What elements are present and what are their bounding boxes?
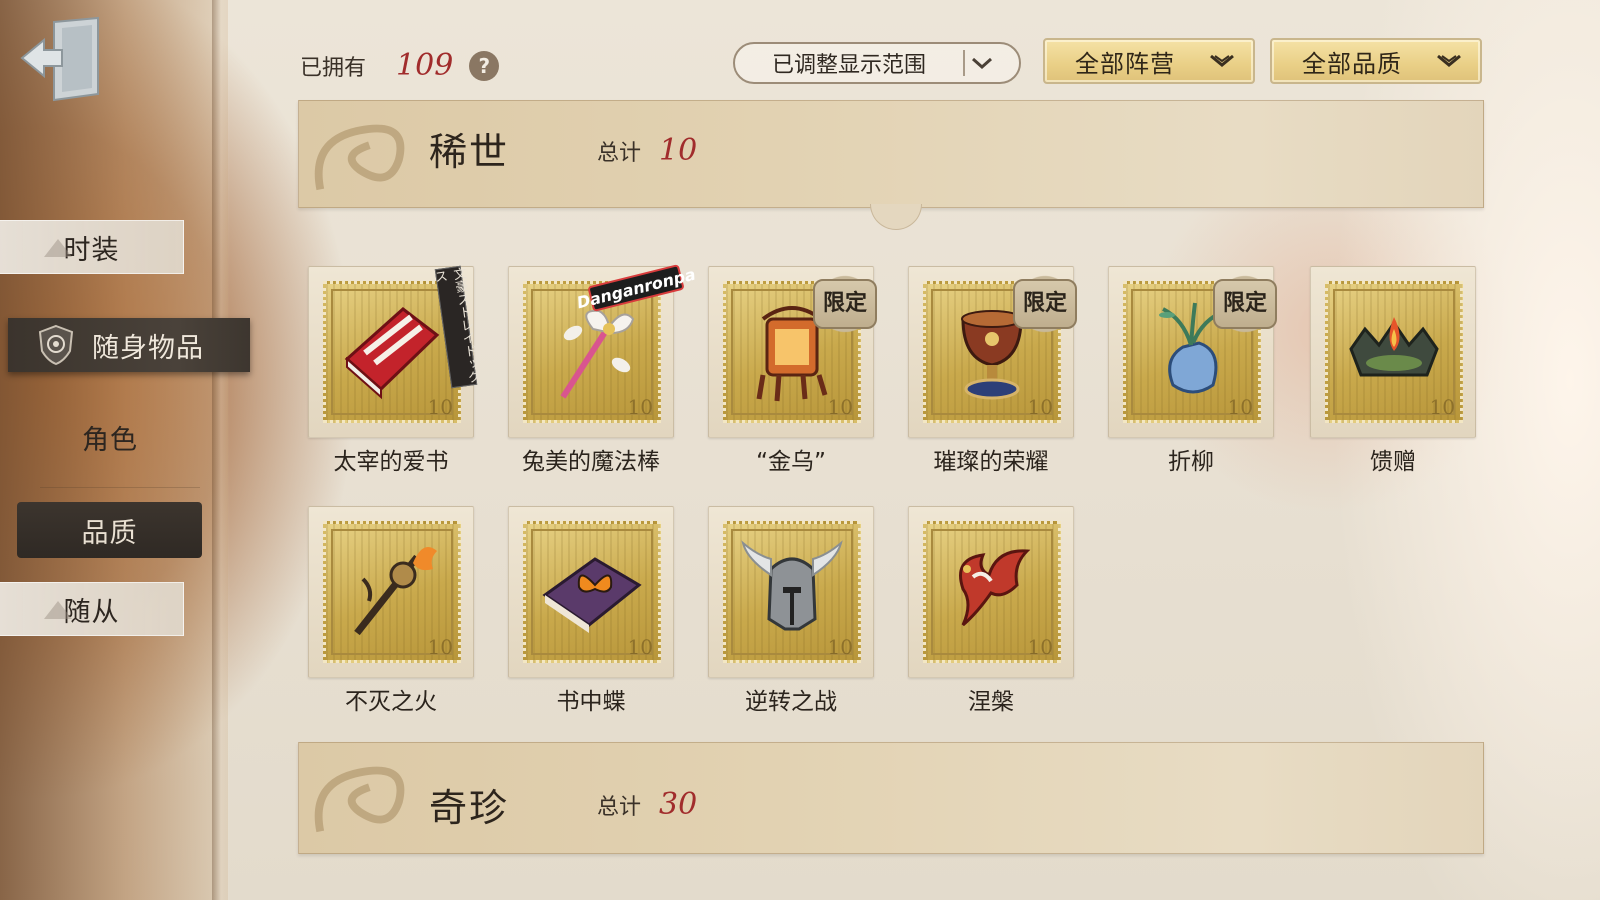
sidebar-item-costume[interactable]: 时装 bbox=[0, 220, 184, 274]
sidebar-item-follower[interactable]: 随从 bbox=[0, 582, 184, 636]
item-name: 逆转之战 bbox=[745, 689, 837, 715]
sidebar-divider bbox=[40, 487, 200, 488]
item-card[interactable]: 10 书中蝶 bbox=[508, 506, 674, 716]
item-stamp: 10 bbox=[708, 506, 874, 678]
item-stamp: 10 文豪ストレイドッグス bbox=[308, 265, 481, 438]
sidebar-item-label: 角色 bbox=[82, 424, 138, 456]
sidebar-item-quality[interactable]: 品质 bbox=[17, 502, 202, 558]
item-stamp: 10 bbox=[508, 506, 674, 678]
item-stamp: 10 限定 bbox=[1108, 266, 1281, 438]
limited-badge: 限定 bbox=[1009, 273, 1081, 335]
item-card[interactable]: 10 不灭之火 bbox=[308, 506, 474, 716]
section-title: 奇珍 bbox=[429, 786, 510, 830]
range-filter-dropdown[interactable]: 已调整显示范围 bbox=[733, 42, 1021, 84]
item-name: 不灭之火 bbox=[345, 689, 437, 715]
item-name: 馈赠 bbox=[1370, 449, 1416, 475]
sidebar-edge bbox=[212, 0, 230, 900]
item-stamp: 10 Danganronpa bbox=[508, 264, 697, 438]
flaming-scepter-icon bbox=[354, 547, 437, 636]
section-total-count: 10 bbox=[659, 133, 698, 168]
flaming-crown-icon bbox=[1349, 317, 1439, 377]
question-icon[interactable]: ? bbox=[469, 50, 500, 81]
item-card[interactable]: 10 限定 折柳 bbox=[1108, 266, 1281, 476]
item-name: 太宰的爱书 bbox=[333, 449, 449, 475]
quality-filter-dropdown[interactable]: 全部品质 bbox=[1270, 38, 1482, 84]
owned-label: 已拥有 bbox=[300, 55, 367, 81]
item-card[interactable]: 10 逆转之战 bbox=[708, 506, 874, 716]
limited-badge: 限定 bbox=[1209, 273, 1281, 335]
sidebar-item-label: 随身物品 bbox=[92, 332, 204, 364]
item-stamp: 10 限定 bbox=[708, 266, 881, 438]
section-header-treasure: 奇珍 总计 30 bbox=[298, 742, 1484, 854]
limited-label: 限定 bbox=[1222, 291, 1267, 316]
phoenix-icon bbox=[959, 549, 1031, 627]
item-name: 兔美的魔法棒 bbox=[522, 449, 660, 475]
triangle-decoration bbox=[44, 601, 72, 619]
chevron-down-icon bbox=[972, 57, 992, 70]
item-name: 涅槃 bbox=[968, 689, 1014, 715]
item-card[interactable]: 10 限定 璀璨的荣耀 bbox=[908, 266, 1081, 476]
limited-label: 限定 bbox=[1022, 291, 1067, 316]
faction-filter-label: 全部阵营 bbox=[1075, 49, 1175, 78]
item-name: 璀璨的荣耀 bbox=[933, 449, 1049, 475]
quality-filter-label: 全部品质 bbox=[1302, 49, 1402, 78]
item-stamp: 10 bbox=[308, 506, 474, 678]
item-name: 书中蝶 bbox=[556, 689, 626, 715]
section-header-rare: 稀世 总计 10 bbox=[298, 100, 1484, 208]
owned-count: 109 bbox=[396, 48, 454, 83]
section-title: 稀世 bbox=[429, 130, 510, 174]
item-stamp: 10 bbox=[1310, 266, 1476, 438]
chevron-down-icon bbox=[1210, 54, 1234, 67]
item-stamp: 10 限定 bbox=[908, 266, 1081, 438]
item-card[interactable]: 10 限定 “金乌” bbox=[708, 266, 881, 476]
sidebar-item-character[interactable]: 角色 bbox=[20, 410, 200, 464]
range-filter-label: 已调整显示范围 bbox=[771, 53, 926, 78]
shield-emblem-icon bbox=[38, 324, 74, 366]
winged-helmet-icon bbox=[741, 540, 843, 631]
sidebar-item-label: 品质 bbox=[81, 517, 138, 549]
item-card[interactable]: 10 文豪ストレイドッグス 太宰的爱书 bbox=[308, 265, 481, 476]
section-total-label: 总计 bbox=[597, 141, 642, 166]
sidebar-item-accessories[interactable]: 随身物品 bbox=[8, 318, 250, 372]
limited-badge: 限定 bbox=[809, 273, 881, 335]
chevron-down-icon bbox=[1437, 54, 1461, 67]
item-card[interactable]: 10 涅槃 bbox=[908, 506, 1074, 716]
item-card[interactable]: 10 Danganronpa 兔美的魔法棒 bbox=[508, 264, 697, 476]
butterfly-book-icon bbox=[542, 557, 642, 633]
faction-filter-dropdown[interactable]: 全部阵营 bbox=[1043, 38, 1255, 84]
item-stamp: 10 bbox=[908, 506, 1074, 678]
item-name: 折柳 bbox=[1168, 449, 1214, 475]
limited-label: 限定 bbox=[822, 291, 867, 316]
triangle-decoration bbox=[44, 239, 72, 257]
section-total-count: 30 bbox=[659, 787, 698, 822]
item-card[interactable]: 10 馈赠 bbox=[1310, 266, 1476, 476]
section-total: 总计 10 bbox=[597, 133, 697, 168]
section-total: 总计 30 bbox=[597, 787, 697, 822]
section-total-label: 总计 bbox=[597, 795, 642, 820]
item-name: “金乌” bbox=[756, 449, 826, 475]
owned-counter: 已拥有 109 ? bbox=[300, 48, 500, 83]
exit-door-icon[interactable] bbox=[18, 14, 104, 104]
